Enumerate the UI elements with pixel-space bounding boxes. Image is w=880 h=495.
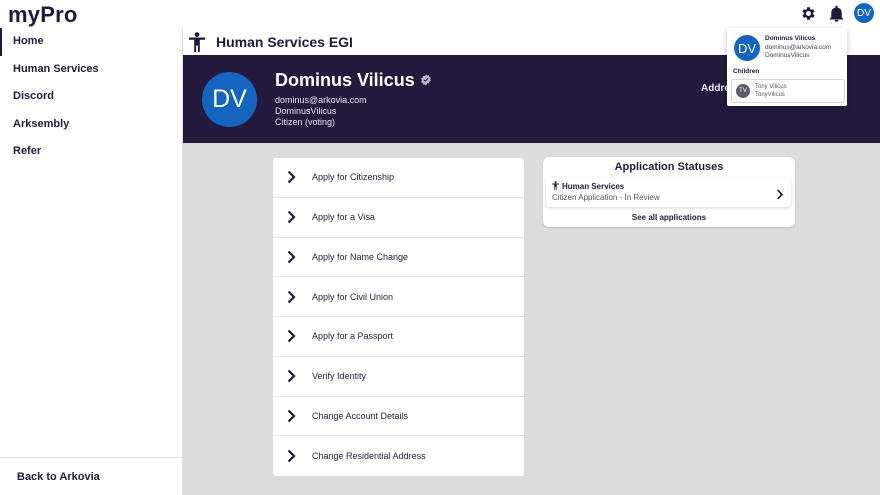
- child-name: Tony Vilicus: [755, 84, 787, 90]
- action-label: Change Residential Address: [312, 451, 426, 462]
- action-label: Apply for a Visa: [312, 212, 375, 223]
- action-apply-passport[interactable]: Apply for a Passport: [273, 317, 524, 357]
- person-icon: [189, 31, 207, 52]
- top-actions: DV: [798, 3, 874, 23]
- chevron-right-icon: [776, 187, 784, 200]
- see-all-applications-link[interactable]: See all applications: [543, 213, 795, 222]
- action-label: Apply for Name Change: [312, 251, 409, 262]
- account-dropdown: DV Dominus Vilicus dominus@arkovia.com D…: [727, 28, 847, 106]
- sidebar-item-home[interactable]: Home: [0, 28, 182, 56]
- account-avatar: DV: [734, 35, 760, 61]
- action-label: Change Account Details: [312, 410, 409, 421]
- application-status-item[interactable]: Human Services Citizen Application - In …: [546, 178, 791, 207]
- profile-name-row: Dominus Vilicus: [275, 70, 432, 91]
- action-apply-visa[interactable]: Apply for a Visa: [273, 198, 524, 238]
- chevron-right-icon: [287, 369, 299, 383]
- action-label: Apply for Citizenship: [312, 172, 395, 183]
- child-username: TonyVilicus: [755, 92, 785, 98]
- action-label: Apply for a Passport: [312, 331, 394, 342]
- top-bar: myPro DV: [0, 0, 880, 28]
- action-label: Verify Identity: [312, 371, 367, 382]
- child-avatar: TV: [736, 84, 750, 98]
- action-apply-name-change[interactable]: Apply for Name Change: [273, 238, 524, 278]
- profile-username: DominusVilicus: [275, 106, 337, 116]
- action-verify-identity[interactable]: Verify Identity: [273, 357, 524, 397]
- application-item-title: Human Services: [562, 182, 625, 191]
- chevron-right-icon: [287, 290, 299, 304]
- action-change-residential-address[interactable]: Change Residential Address: [273, 436, 524, 476]
- profile-status: Citizen (voting): [275, 117, 336, 127]
- application-statuses-title: Application Statuses: [614, 161, 724, 173]
- person-icon: [552, 181, 559, 192]
- chevron-right-icon: [287, 170, 299, 184]
- children-label: Children: [733, 68, 760, 75]
- action-list: Apply for Citizenship Apply for a Visa A…: [273, 158, 524, 476]
- application-item-subtitle: Citizen Application - In Review: [552, 193, 660, 202]
- address-label: Addre: [701, 83, 730, 94]
- user-avatar-button[interactable]: DV: [854, 3, 874, 23]
- chevron-right-icon: [287, 210, 299, 224]
- action-label: Apply for Civil Union: [312, 291, 394, 302]
- profile-name: Dominus Vilicus: [275, 70, 415, 90]
- profile-avatar: DV: [202, 72, 257, 127]
- sidebar: Home Human Services Discord Arksembly Re…: [0, 28, 183, 495]
- chevron-right-icon: [287, 250, 299, 264]
- back-to-arkovia-link[interactable]: Back to Arkovia: [0, 457, 182, 495]
- account-email: dominus@arkovia.com: [765, 44, 832, 51]
- action-apply-civil-union[interactable]: Apply for Civil Union: [273, 277, 524, 317]
- profile-email: dominus@arkovia.com: [275, 95, 367, 105]
- app-logo[interactable]: myPro: [8, 2, 77, 28]
- chevron-right-icon: [287, 329, 299, 343]
- chevron-right-icon: [287, 409, 299, 423]
- sidebar-item-refer[interactable]: Refer: [0, 138, 182, 166]
- application-status: In Review: [624, 193, 660, 202]
- action-apply-citizenship[interactable]: Apply for Citizenship: [273, 158, 524, 198]
- verified-icon: [420, 70, 432, 91]
- account-name: Dominus Vilicus: [765, 35, 816, 42]
- bell-icon[interactable]: [826, 3, 846, 23]
- page-title: Human Services EGI: [216, 33, 353, 50]
- sidebar-item-discord[interactable]: Discord: [0, 83, 182, 111]
- sidebar-item-human-services[interactable]: Human Services: [0, 56, 182, 84]
- application-item-title-row: Human Services: [552, 181, 624, 192]
- account-username: DominusVilicus: [765, 52, 810, 59]
- action-change-account-details[interactable]: Change Account Details: [273, 397, 524, 437]
- chevron-right-icon: [287, 449, 299, 463]
- sidebar-item-arksembly[interactable]: Arksembly: [0, 111, 182, 139]
- application-statuses-card: Application Statuses Human Services Citi…: [543, 157, 795, 227]
- gear-icon[interactable]: [798, 3, 818, 23]
- application-type: Citizen Application: [552, 193, 618, 202]
- child-account-item[interactable]: TV Tony Vilicus TonyVilicus: [731, 79, 845, 103]
